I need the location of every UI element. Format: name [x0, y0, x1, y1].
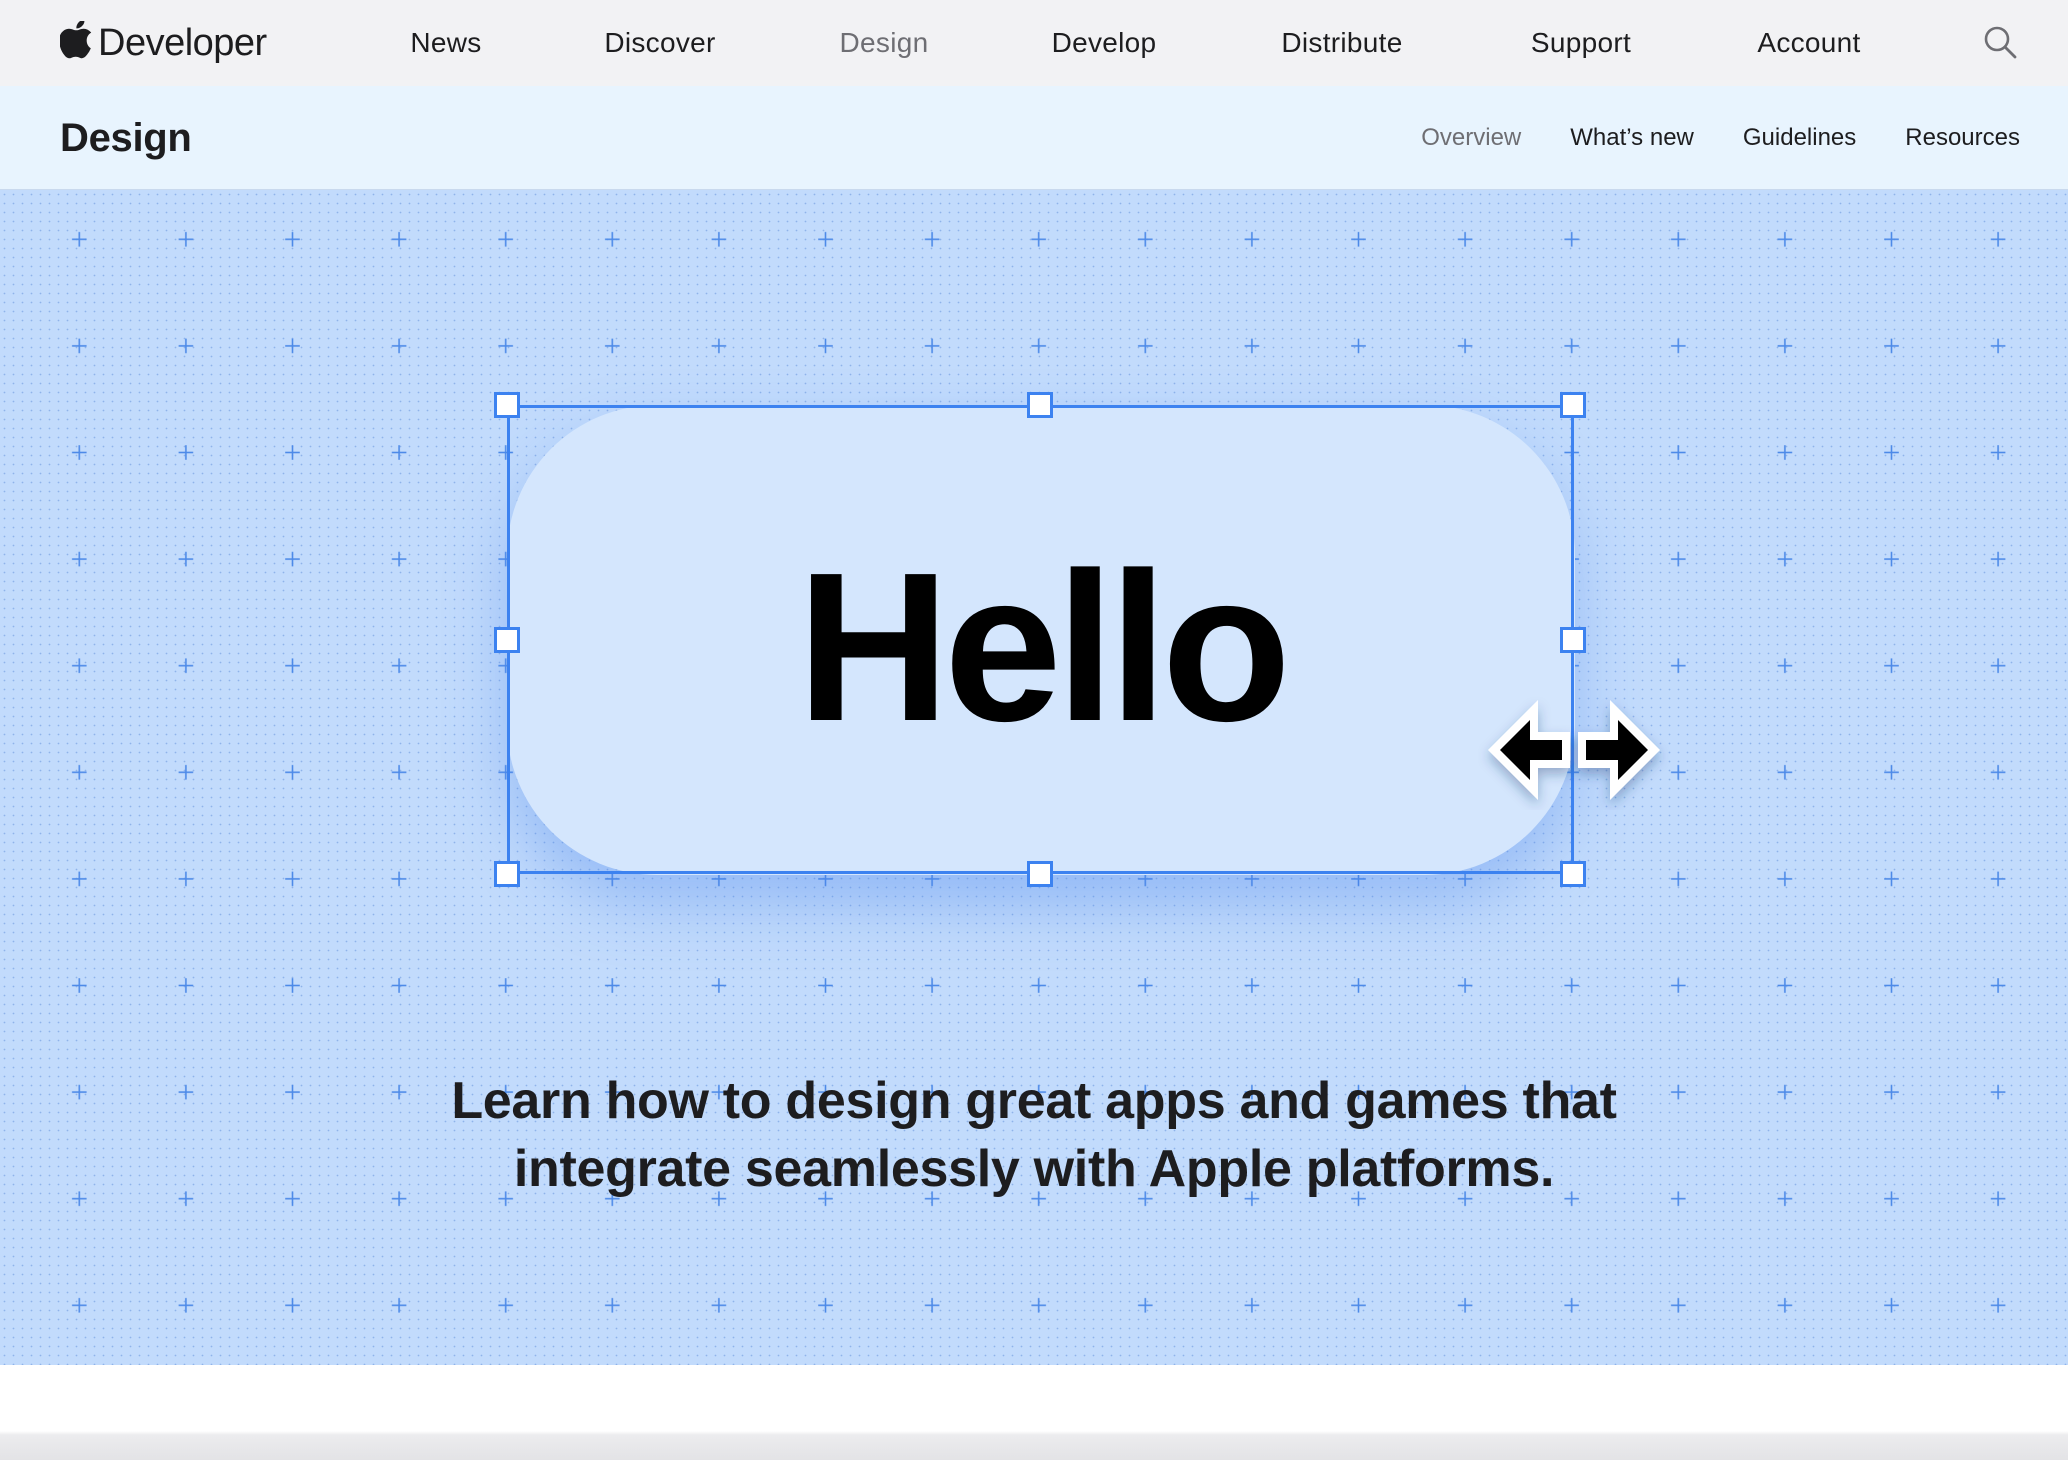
resize-handle-left — [494, 627, 520, 653]
horizontal-resize-cursor-icon — [1488, 700, 1660, 800]
tab-resources[interactable]: Resources — [1905, 124, 2020, 152]
hero-tagline-line-1: Learn how to design great apps and games… — [451, 1072, 1617, 1130]
local-nav: Design Overview What’s new Guidelines Re… — [0, 86, 2068, 190]
resize-handle-bottom-right — [1560, 861, 1586, 887]
resize-handle-top-right — [1560, 392, 1586, 418]
nav-item-account[interactable]: Account — [1757, 0, 1860, 86]
resize-handle-top-left — [494, 392, 520, 418]
search-icon[interactable] — [1982, 24, 2018, 60]
content-below-hero — [0, 1365, 2068, 1460]
hero-section: Hello Learn how to design great apps and… — [0, 190, 2068, 1365]
nav-item-support[interactable]: Support — [1531, 0, 1631, 86]
section-title[interactable]: Design — [60, 86, 192, 190]
tab-whats-new[interactable]: What’s new — [1570, 124, 1694, 152]
resize-handle-top — [1027, 392, 1053, 418]
nav-item-discover[interactable]: Discover — [604, 0, 715, 86]
local-nav-menu: Overview What’s new Guidelines Resources — [1421, 86, 2020, 190]
nav-item-design[interactable]: Design — [840, 0, 929, 86]
selection-frame — [507, 405, 1574, 874]
nav-item-develop[interactable]: Develop — [1052, 0, 1157, 86]
nav-item-news[interactable]: News — [410, 0, 481, 86]
hero-tagline-line-2: integrate seamlessly with Apple platform… — [513, 1140, 1555, 1198]
global-nav: Developer News Discover Design Develop D… — [0, 0, 2068, 86]
global-nav-menu: News Discover Design Develop Distribute … — [0, 0, 2068, 86]
hero-tagline: Learn how to design great apps and games… — [0, 1067, 2068, 1203]
nav-item-distribute[interactable]: Distribute — [1281, 0, 1402, 86]
resize-handle-right — [1560, 627, 1586, 653]
resize-handle-bottom — [1027, 861, 1053, 887]
resize-handle-bottom-left — [494, 861, 520, 887]
tab-overview[interactable]: Overview — [1421, 124, 1521, 152]
tab-guidelines[interactable]: Guidelines — [1743, 124, 1856, 152]
